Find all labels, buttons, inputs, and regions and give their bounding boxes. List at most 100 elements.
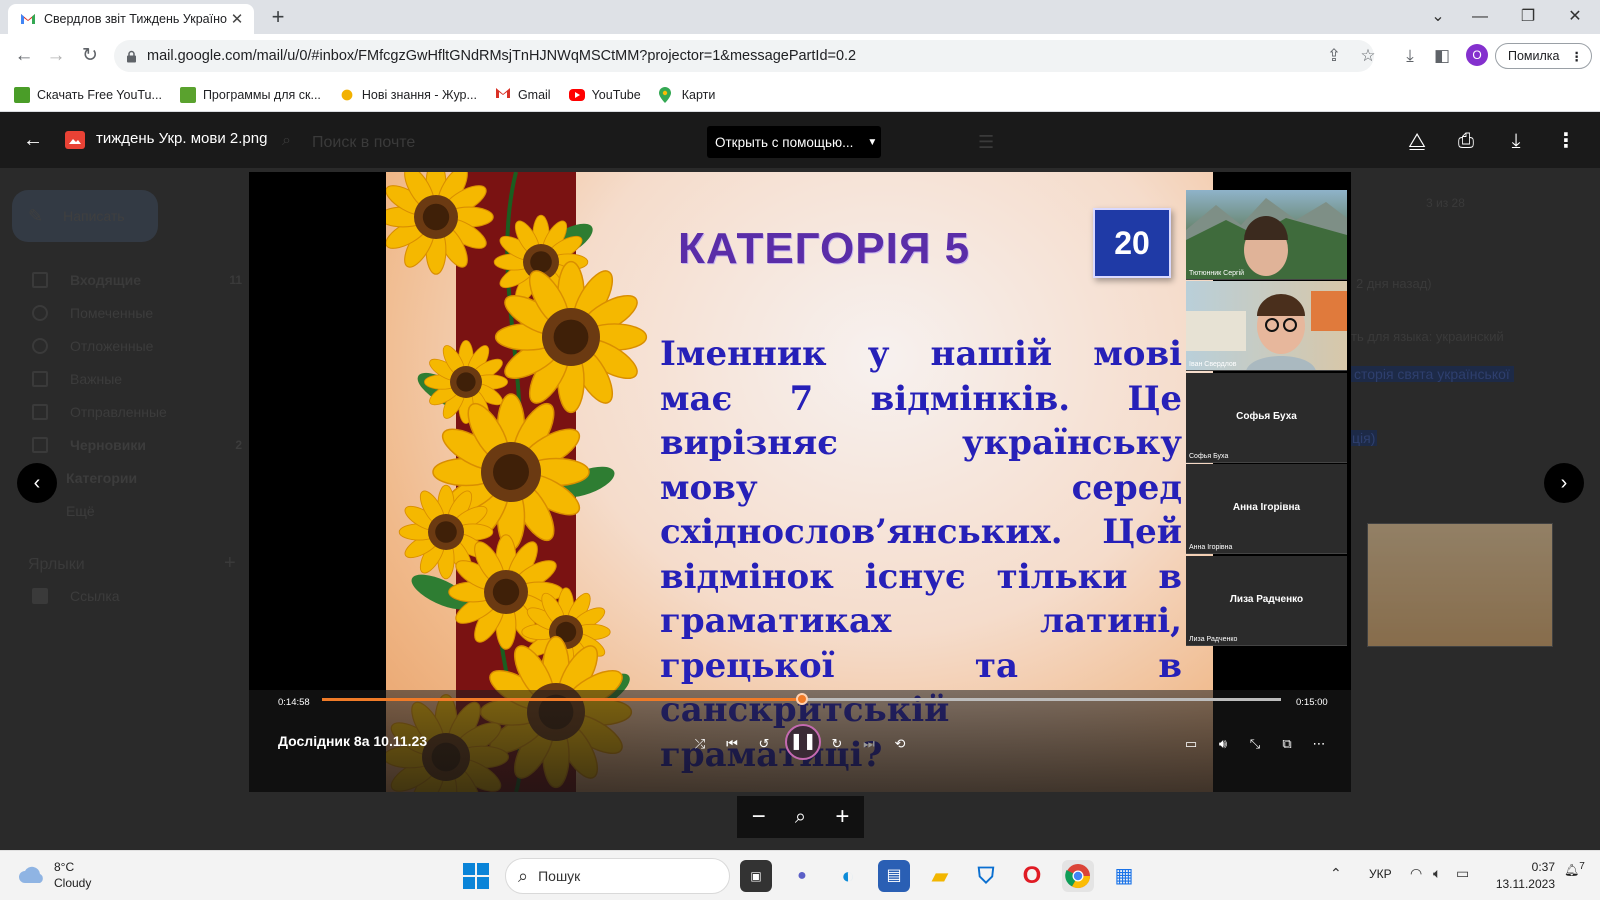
security-shield-icon[interactable]: ⛉ (970, 860, 1002, 892)
sidebar-item-label-link[interactable]: Ссылка (32, 581, 120, 611)
edge-icon[interactable]: ◐ (832, 860, 864, 892)
bookmark-item[interactable]: Gmail (495, 87, 551, 103)
opera-icon[interactable]: O (1016, 860, 1048, 892)
sidebar-item-important[interactable]: Важные (32, 364, 122, 394)
bookmark-item[interactable]: YouTube (568, 88, 641, 102)
participant-video (1186, 291, 1347, 370)
sidebar-item-starred[interactable]: Помеченные (32, 298, 153, 328)
bookmark-item[interactable]: Программы для ск... (179, 86, 321, 103)
next-track-icon[interactable]: ⏭ (858, 733, 880, 755)
previous-track-icon[interactable]: ⏮ (721, 733, 743, 755)
rewind-10-icon[interactable]: ↺ (753, 733, 775, 755)
mini-player-icon[interactable]: ⧉ (1276, 733, 1298, 755)
compose-button[interactable]: ✎ Написать (12, 190, 158, 242)
caret-down-icon: ▼ (867, 136, 878, 148)
weather-widget[interactable]: 8°C Cloudy (18, 859, 91, 891)
print-icon[interactable]: ⎙ (1453, 128, 1479, 154)
previous-attachment-button[interactable]: ‹ (17, 463, 57, 503)
sidebar-label: Входящие (70, 272, 141, 288)
cloud-icon (18, 866, 46, 884)
programs-app-icon (179, 86, 196, 103)
shuffle-icon[interactable]: ⤮ (689, 733, 711, 755)
error-button[interactable]: Помилка ⋮ (1495, 43, 1592, 69)
more-icon[interactable]: ⋯ (1308, 733, 1330, 755)
download-app-icon (14, 86, 30, 103)
participant-name: Тютюнник Сергій (1189, 270, 1245, 277)
bookmark-item[interactable]: Нові знання - Жур... (338, 86, 477, 103)
profile-avatar[interactable]: O (1466, 44, 1488, 66)
store-icon[interactable]: ▤ (878, 860, 910, 892)
download-icon[interactable]: ⤓ (1503, 128, 1529, 154)
tab-close-icon[interactable]: ✕ (228, 10, 246, 28)
repeat-icon[interactable]: ⟲ (889, 733, 911, 755)
sidebar-item-snoozed[interactable]: Отложенные (32, 331, 153, 361)
participant-video (1186, 198, 1347, 279)
file-explorer-icon[interactable]: ▰ (924, 860, 956, 892)
wifi-icon[interactable]: ◠ (1410, 865, 1422, 882)
exit-fullscreen-icon[interactable]: ⤡ (1244, 733, 1266, 755)
forward-30-icon[interactable]: ↻ (826, 733, 848, 755)
forward-button[interactable]: → (42, 42, 70, 70)
volume-icon[interactable]: 🔊︎ (1212, 733, 1234, 755)
bookmark-star-icon[interactable]: ☆ (1356, 44, 1380, 68)
speaker-icon[interactable]: 🔈︎ (1433, 865, 1441, 882)
back-button[interactable]: ← (10, 42, 38, 70)
task-view-icon[interactable]: ▣ (740, 860, 772, 892)
zoom-out-button[interactable]: − (752, 803, 766, 831)
bookmark-item[interactable]: Скачать Free YouTu... (14, 86, 162, 103)
important-icon (32, 371, 48, 387)
next-attachment-button[interactable]: › (1544, 463, 1584, 503)
maps-pin-icon (658, 86, 675, 103)
download-icon[interactable]: ⤓ (1398, 44, 1422, 68)
close-window-button[interactable]: ✕ (1555, 4, 1595, 30)
bookmark-label: Карти (681, 87, 716, 102)
minimize-button[interactable]: — (1460, 4, 1500, 30)
open-with-label: Открыть с помощью... (715, 134, 854, 150)
show-hidden-icons[interactable]: ⌃ (1330, 865, 1342, 882)
time-ago-text: 2 дня назад) (1356, 276, 1432, 291)
bookmarks-bar: Скачать Free YouTu... Программы для ск..… (0, 78, 1600, 112)
zoom-in-button[interactable]: + (835, 803, 849, 831)
filter-icon: ☰ (978, 132, 995, 152)
add-to-drive-icon[interactable]: ⧋ (1404, 128, 1430, 154)
sidebar-item-drafts[interactable]: Черновики 2 (32, 430, 242, 460)
windows-start-icon[interactable] (460, 860, 492, 892)
tab-search-icon[interactable]: ⌄ (1418, 4, 1458, 30)
participant-name-small: Анна Ігорівна (1189, 544, 1233, 551)
attachment-thumbnail[interactable] (1367, 523, 1553, 647)
sidebar-item-inbox[interactable]: Входящие 11 (32, 265, 242, 295)
share-icon[interactable]: ⇪ (1322, 44, 1346, 68)
back-arrow-icon[interactable]: ← (20, 127, 46, 153)
notification-bell-icon[interactable]: 🔔︎7 (1564, 861, 1585, 877)
address-bar[interactable]: mail.google.com/mail/u/0/#inbox/FMfcgzGw… (114, 40, 1374, 72)
tab-gmail[interactable]: Свердлов звіт Тиждень Україно ✕ (8, 4, 254, 34)
battery-icon[interactable]: ▭ (1456, 865, 1469, 882)
sidebar-label: Отложенные (70, 338, 154, 354)
more-options-icon[interactable]: ⋮ (1553, 128, 1579, 154)
tab-strip: Свердлов звіт Тиждень Україно ✕ + ⌄ — ❐ … (0, 0, 1600, 34)
inbox-icon (32, 272, 48, 288)
chrome-icon[interactable] (1062, 860, 1094, 892)
document-icon[interactable]: ▦ (1108, 860, 1140, 892)
weather-temp: 8°C (54, 860, 75, 874)
pause-button[interactable]: ❚❚ (785, 724, 821, 760)
taskbar-search[interactable]: ⌕ Пошук (505, 858, 730, 894)
bookmark-item[interactable]: Карти (658, 86, 716, 103)
clock-date: 13.11.2023 (1495, 877, 1555, 891)
add-label-icon[interactable]: + (224, 552, 236, 575)
seek-handle[interactable] (795, 693, 808, 705)
teams-chat-icon[interactable]: ● (786, 860, 818, 892)
zoom-icon[interactable]: ⌕ (795, 806, 806, 829)
sidebar-item-sent[interactable]: Отправленные (32, 397, 167, 427)
side-panel-icon[interactable]: ◧ (1430, 44, 1454, 68)
sidebar-item-categories[interactable]: Категории (66, 463, 137, 493)
reload-button[interactable]: ↻ (76, 42, 104, 70)
input-language[interactable]: УКР (1369, 867, 1392, 881)
open-with-dropdown[interactable]: Открыть с помощью... ▼ (707, 126, 881, 158)
snippet-text-2: ція) (1350, 430, 1378, 446)
sidebar-item-more[interactable]: Ещё (66, 496, 95, 526)
clock[interactable]: 0:37 13.11.2023 (1495, 859, 1555, 893)
captions-icon[interactable]: ▭ (1180, 733, 1202, 755)
new-tab-button[interactable]: + (264, 6, 292, 30)
maximize-button[interactable]: ❐ (1508, 4, 1548, 30)
